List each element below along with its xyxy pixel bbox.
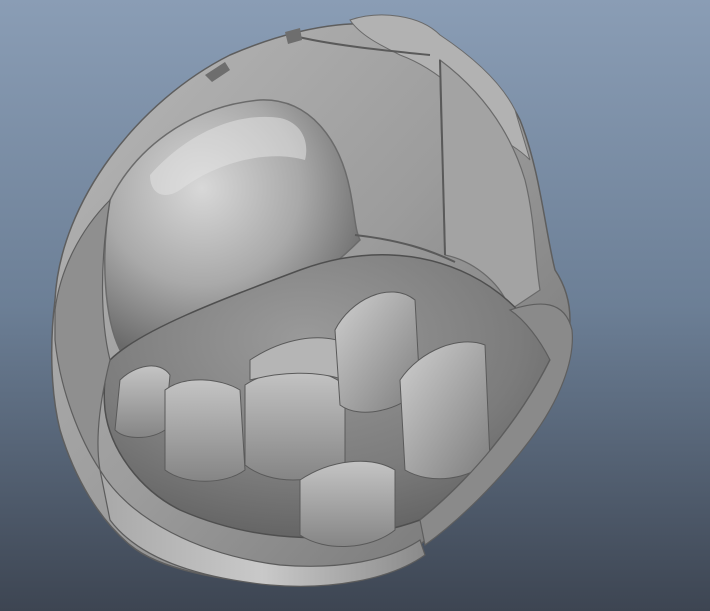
viewport-canvas[interactable] — [0, 0, 710, 611]
inner-pad-left — [164, 379, 246, 482]
3d-viewport[interactable] — [0, 0, 710, 611]
inner-pad-bottom — [299, 460, 396, 547]
inner-pad-left-small — [114, 365, 171, 438]
inner-pad-center — [244, 369, 346, 481]
